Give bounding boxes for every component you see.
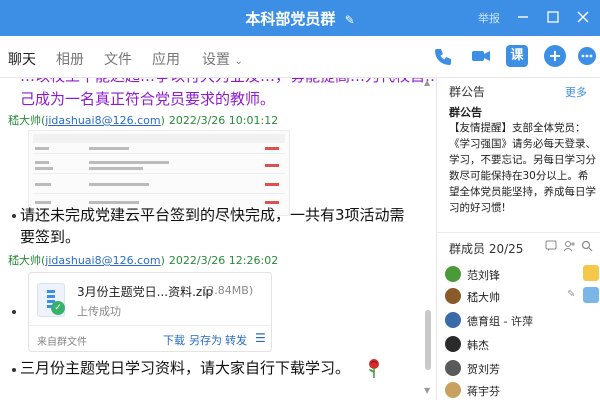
checkmark-icon: ✓ <box>51 301 65 315</box>
side-panel: 群公告 更多 群公告 【友情提醒】支部全体党员：《学习强国》请务必每天登录、学习… <box>436 78 600 400</box>
edit-title-icon[interactable]: ✎ <box>345 13 355 27</box>
image-cell <box>89 167 143 170</box>
tab-files[interactable]: 文件 <box>104 49 132 69</box>
message-sender: 嵇大帅(jidashuai8@126.com) 2022/3/26 10:01:1… <box>8 114 279 127</box>
more-options-icon[interactable] <box>576 45 598 67</box>
scroll-down-icon[interactable]: ▼ <box>424 386 432 395</box>
member-item[interactable]: 韩杰 <box>443 334 599 354</box>
report-link[interactable]: 举报 <box>478 10 500 26</box>
add-icon[interactable]: + <box>544 45 566 67</box>
divider <box>437 232 600 233</box>
sender-email[interactable]: jidashuai8@126.com <box>45 254 160 267</box>
file-source: 来自群文件 <box>37 337 87 348</box>
upload-status: 上传成功 <box>77 305 121 318</box>
close-icon[interactable] <box>572 6 594 28</box>
announcement-heading: 群公告 <box>449 85 486 99</box>
sender-name[interactable]: 嵇大帅 <box>8 114 41 127</box>
course-button[interactable]: 课 <box>506 45 528 67</box>
tab-settings-label: 设置 <box>202 52 230 68</box>
avatar <box>445 382 461 398</box>
image-table-divider <box>33 153 285 154</box>
message-time: 2022/3/26 10:01:12 <box>168 114 279 127</box>
video-call-icon[interactable] <box>470 45 492 67</box>
edit-icon[interactable]: ✎ <box>567 289 575 300</box>
avatar <box>445 266 461 282</box>
maximize-icon[interactable] <box>542 6 564 28</box>
message-text: 要签到。 <box>20 228 81 246</box>
avatar <box>445 336 461 352</box>
member-item[interactable]: 范刘锋 <box>443 264 599 284</box>
member-name: 韩杰 <box>467 339 489 352</box>
image-cell <box>89 161 169 164</box>
sender-email[interactable]: jidashuai8@126.com <box>45 114 160 127</box>
tab-bar: 聊天 相册 文件 应用 设置 ⌄ 课 + <box>0 36 600 81</box>
member-item[interactable]: 嵇大帅 ✎ <box>443 286 599 306</box>
member-item[interactable]: 贺刘芳 <box>443 358 599 378</box>
announcement-title: 群公告 <box>449 106 482 119</box>
message-text: 请还未完成党建云平台签到的尽快完成，一共有3项活动需 <box>20 206 405 224</box>
file-size: (3.84MB) <box>203 284 254 297</box>
message-bullet <box>12 368 16 372</box>
image-table-divider <box>33 173 285 174</box>
image-cell <box>265 164 279 167</box>
member-item[interactable]: 蒋宇芬 <box>443 380 599 400</box>
member-name: 蒋宇芬 <box>467 385 500 398</box>
window-title: 本科部党员群 ✎ <box>0 8 600 29</box>
message-time: 2022/3/26 12:26:02 <box>168 254 279 267</box>
chevron-down-icon: ⌄ <box>234 56 243 67</box>
phone-call-icon[interactable] <box>432 45 454 67</box>
owner-badge-icon <box>583 265 599 281</box>
message-bullet <box>12 310 16 314</box>
forward-button[interactable]: 转发 <box>225 332 247 348</box>
avatar <box>445 312 461 328</box>
chat-area[interactable]: …以校工干能达起…争以付大为业及…，毋能提高…为代校自… 己成为一名真正符合党员… <box>0 78 436 400</box>
avatar <box>445 288 461 304</box>
file-card[interactable]: ✓ 3月份主题党日...资料.zip (3.84MB) 上传成功 来自群文件 下… <box>28 272 272 352</box>
sender-name[interactable]: 嵇大帅 <box>8 254 41 267</box>
message-sender: 嵇大帅(jidashuai8@126.com) 2022/3/26 12:26:0… <box>8 254 279 267</box>
image-cell <box>35 147 49 150</box>
chat-bubble-icon[interactable] <box>545 240 557 255</box>
member-name: 嵇大帅 <box>467 291 500 304</box>
add-member-icon[interactable] <box>563 240 575 255</box>
image-cell <box>35 161 49 164</box>
message-text: 己成为一名真正符合党员要求的教师。 <box>20 90 276 108</box>
tab-apps[interactable]: 应用 <box>152 49 180 69</box>
scroll-up-icon[interactable]: ▲ <box>424 78 432 87</box>
announcement-body[interactable]: 【友情提醒】支部全体党员：《学习强国》请务必每天登录、学习，不要忘记。另每日学习… <box>449 120 597 216</box>
image-table-divider <box>33 193 285 194</box>
image-cell <box>35 183 51 186</box>
group-name: 本科部党员群 <box>245 10 336 28</box>
message-bullet <box>12 214 16 218</box>
tab-settings[interactable]: 设置 ⌄ <box>202 49 243 69</box>
member-name: 贺刘芳 <box>467 363 500 376</box>
menu-icon[interactable]: ☰ <box>255 331 266 345</box>
minimize-icon[interactable] <box>512 6 534 28</box>
more-link[interactable]: 更多 <box>565 84 587 100</box>
image-cell <box>265 147 279 150</box>
title-bar: 本科部党员群 ✎ 举报 <box>0 0 600 36</box>
download-button[interactable]: 下载 <box>163 332 185 348</box>
image-cell <box>35 167 53 170</box>
tab-album[interactable]: 相册 <box>56 49 84 69</box>
member-item[interactable]: 德育组 - 许萍 <box>443 310 599 330</box>
image-cell <box>89 147 129 150</box>
message-text-cutoff: …以校工干能达起…争以付大为业及…，毋能提高…为代校自… <box>20 78 436 87</box>
image-cell <box>265 183 279 186</box>
rose-emoji-icon <box>369 359 379 378</box>
member-name: 德育组 - 许萍 <box>467 315 533 328</box>
file-name[interactable]: 3月份主题党日...资料.zip <box>77 283 213 300</box>
message-text: 三月份主题党日学习资料，请大家自行下载学习。 <box>20 359 351 377</box>
members-heading: 群成员 20/25 <box>449 242 524 256</box>
chat-scrollbar[interactable] <box>425 310 431 370</box>
image-table-header <box>33 134 285 143</box>
avatar <box>445 360 461 376</box>
divider <box>29 325 271 326</box>
member-name: 范刘锋 <box>467 269 500 282</box>
image-cell <box>89 183 149 186</box>
admin-badge-icon <box>583 287 599 303</box>
save-as-button[interactable]: 另存为 <box>189 332 222 348</box>
search-icon[interactable] <box>581 240 593 255</box>
tab-chat[interactable]: 聊天 <box>6 49 38 81</box>
